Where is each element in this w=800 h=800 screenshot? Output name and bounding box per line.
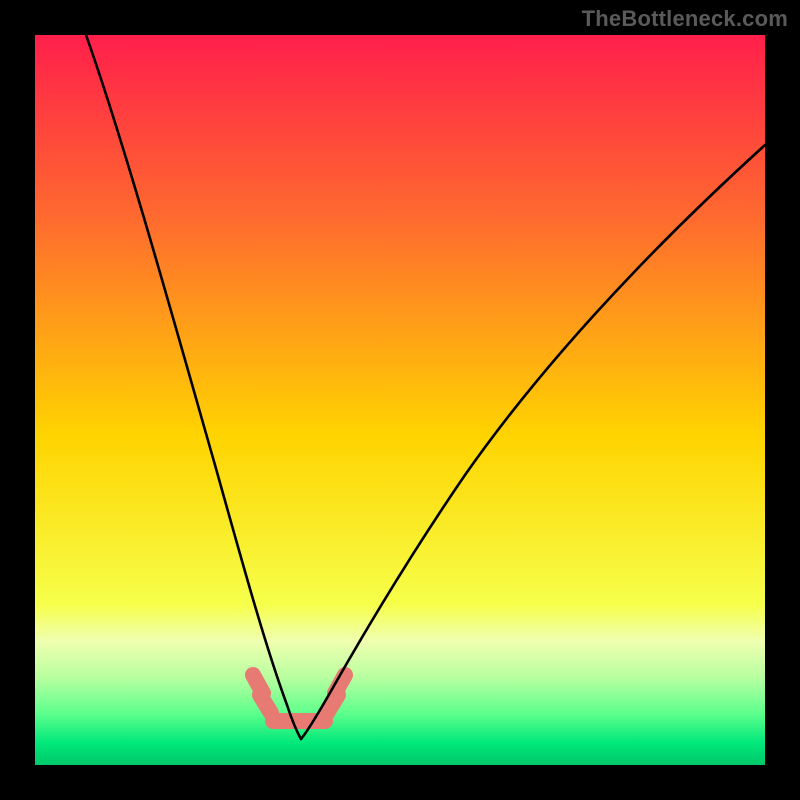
- plot-area: [35, 35, 765, 765]
- right-curve: [301, 145, 765, 739]
- marker-band: [253, 675, 345, 721]
- chart-curves: [35, 35, 765, 765]
- watermark-label: TheBottleneck.com: [582, 6, 788, 32]
- curve-lines: [86, 35, 765, 739]
- chart-frame: TheBottleneck.com: [0, 0, 800, 800]
- left-curve: [86, 35, 301, 739]
